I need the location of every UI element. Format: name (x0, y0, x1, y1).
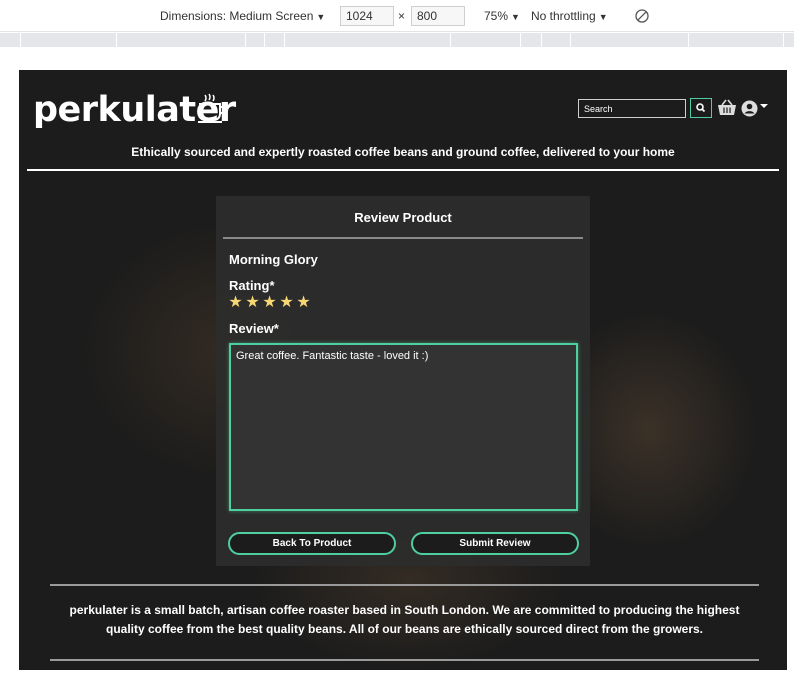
account-dropdown-icon[interactable] (760, 104, 768, 108)
site-tagline: Ethically sourced and expertly roasted c… (131, 145, 675, 159)
star-icon[interactable]: ★ (278, 295, 295, 311)
review-label: Review* (229, 321, 279, 336)
page-viewport: perkulater Ethically sourced (19, 70, 787, 670)
footer-divider-top (50, 584, 759, 586)
star-icon[interactable]: ★ (227, 295, 244, 311)
zoom-label: 75% (484, 9, 509, 23)
star-icon[interactable]: ★ (261, 295, 278, 311)
rotate-icon[interactable] (634, 8, 650, 27)
rating-label: Rating* (229, 278, 275, 293)
footer-divider-bottom (50, 659, 759, 661)
dropdown-arrow-icon: ▼ (511, 12, 520, 22)
search-input[interactable] (578, 99, 686, 118)
product-name: Morning Glory (229, 252, 318, 267)
header-divider (27, 169, 779, 171)
basket-icon[interactable] (717, 99, 737, 122)
search-button[interactable] (690, 98, 712, 118)
title-divider (223, 237, 583, 239)
throttling-select[interactable]: No throttling ▼ (531, 9, 608, 23)
dimensions-select[interactable]: Dimensions: Medium Screen ▼ (160, 9, 325, 23)
review-form-card: Review Product Morning Glory Rating* ★ ★… (216, 196, 590, 566)
dropdown-arrow-icon: ▼ (316, 12, 326, 22)
page-title: Review Product (354, 210, 452, 225)
submit-review-button[interactable]: Submit Review (411, 532, 579, 555)
media-query-ruler[interactable] (0, 33, 794, 47)
star-icon[interactable]: ★ (244, 295, 261, 311)
throttling-label: No throttling (531, 9, 596, 23)
search-icon (696, 103, 706, 113)
device-toolbar: Dimensions: Medium Screen ▼ 1024 × 800 75… (0, 0, 794, 32)
coffee-cup-icon (197, 92, 227, 129)
review-textarea[interactable]: Great coffee. Fantastic taste - loved it… (229, 343, 578, 511)
zoom-select[interactable]: 75% ▼ (484, 9, 520, 23)
dimensions-label: Dimensions: Medium Screen (160, 9, 314, 23)
star-icon[interactable]: ★ (295, 295, 312, 311)
times-symbol: × (398, 9, 406, 23)
account-icon[interactable] (741, 100, 758, 122)
dropdown-arrow-icon: ▼ (598, 12, 608, 22)
back-to-product-button[interactable]: Back To Product (228, 532, 396, 555)
footer-about-text: perkulater is a small batch, artisan cof… (69, 603, 740, 636)
star-rating[interactable]: ★ ★ ★ ★ ★ (227, 295, 312, 311)
width-input[interactable]: 1024 (340, 6, 394, 26)
height-input[interactable]: 800 (411, 6, 465, 26)
